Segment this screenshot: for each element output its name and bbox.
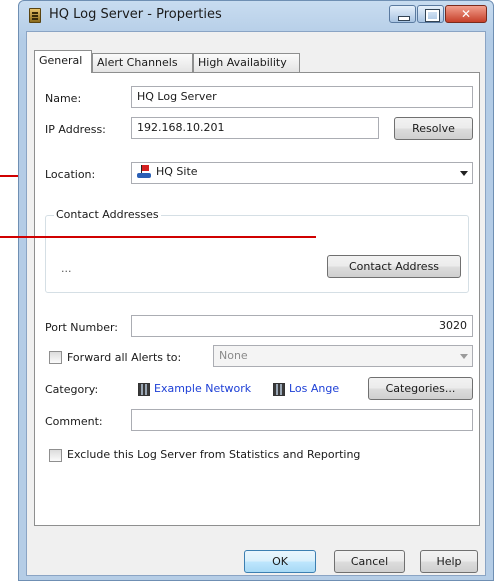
category-item-los-angeles[interactable]: Los Ange <box>273 382 361 396</box>
title-bar[interactable]: HQ Log Server - Properties <box>19 1 493 31</box>
properties-window: HQ Log Server - Properties General Alert… <box>18 0 494 581</box>
help-button[interactable]: Help <box>420 550 478 573</box>
cancel-button[interactable]: Cancel <box>334 550 405 573</box>
close-button[interactable] <box>445 5 487 23</box>
contact-address-button[interactable]: Contact Address <box>327 255 461 278</box>
tab-high-availability[interactable]: High Availability <box>193 53 300 72</box>
port-number-label: Port Number: <box>45 321 119 334</box>
category-item-example-network[interactable]: Example Network <box>138 382 251 396</box>
site-icon <box>137 165 153 179</box>
chevron-down-icon <box>460 171 468 176</box>
forward-alerts-label: Forward all Alerts to: <box>67 351 182 364</box>
forward-alerts-select[interactable]: None <box>213 345 473 367</box>
chevron-down-icon <box>460 354 468 359</box>
contact-addresses-placeholder: ... <box>61 262 72 275</box>
exclude-statistics-label: Exclude this Log Server from Statistics … <box>67 448 361 461</box>
ok-button[interactable]: OK <box>244 550 316 573</box>
minimize-button[interactable] <box>389 5 416 23</box>
comment-label: Comment: <box>45 415 103 428</box>
contact-addresses-group <box>45 215 469 293</box>
contact-addresses-title: Contact Addresses <box>54 208 161 221</box>
name-label: Name: <box>45 92 82 105</box>
port-number-field[interactable]: 3020 <box>131 315 473 337</box>
location-label: Location: <box>45 168 96 181</box>
callout-line-contact-address <box>0 236 316 238</box>
location-select[interactable]: HQ Site <box>131 162 473 184</box>
ip-address-label: IP Address: <box>45 123 106 136</box>
exclude-statistics-checkbox[interactable] <box>49 449 62 462</box>
category-label: Category: <box>45 383 99 396</box>
maximize-button[interactable] <box>417 5 444 23</box>
forward-alerts-value: None <box>219 349 248 362</box>
resolve-button[interactable]: Resolve <box>394 117 473 140</box>
category-icon <box>273 382 285 396</box>
category-icon <box>138 382 150 396</box>
location-value: HQ Site <box>156 165 198 178</box>
forward-alerts-checkbox[interactable] <box>49 351 62 364</box>
tab-alert-channels[interactable]: Alert Channels <box>92 53 193 72</box>
comment-field[interactable] <box>131 409 473 431</box>
ip-address-field[interactable]: 192.168.10.201 <box>131 117 379 139</box>
window-title: HQ Log Server - Properties <box>49 7 222 22</box>
log-server-icon <box>29 8 41 23</box>
general-panel: Name: HQ Log Server IP Address: 192.168.… <box>34 72 480 526</box>
categories-button[interactable]: Categories... <box>368 377 473 400</box>
name-field[interactable]: HQ Log Server <box>131 86 473 108</box>
tab-general[interactable]: General <box>34 50 92 73</box>
dialog-client: General Alert Channels High Availability… <box>26 31 486 576</box>
